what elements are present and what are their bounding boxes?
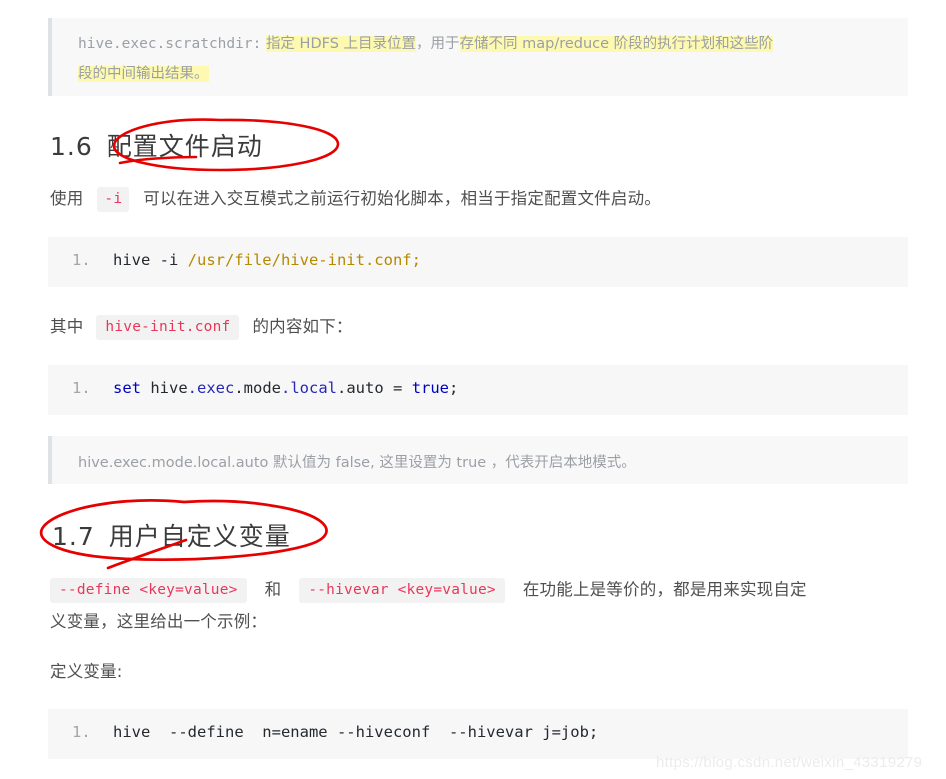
section-number-1-6: 1.6 — [50, 132, 93, 161]
paragraph-conf-before: 其中 — [50, 317, 84, 336]
code-token-mode: .mode — [234, 379, 282, 397]
code-content-define-vars: hive --define n=ename --hiveconf --hivev… — [113, 723, 599, 741]
code-line-number: 1. — [72, 723, 91, 741]
code-token-hive: hive — [141, 379, 188, 397]
code-token-cmd: hive -i — [113, 251, 188, 269]
scratchdir-highlight-3: 段的中间输出结果。 — [78, 66, 209, 82]
inline-code-dash-i: -i — [97, 187, 130, 212]
blockquote-scratchdir-line1: hive.exec.scratchdir: 指定 HDFS 上目录位置，用于存储… — [78, 29, 774, 59]
page-title-1-7: 1.7 用户自定义变量 — [52, 517, 291, 553]
scratchdir-highlight-1: 指定 HDFS 上目录位置 — [265, 36, 417, 52]
paragraph-1-6-conf-content: 其中 hive-init.conf 的内容如下： — [50, 310, 353, 344]
paragraph-1-7-line2: 义变量，这里给出一个示例： — [50, 612, 268, 631]
paragraph-1-7-after-line1: 在功能上是等价的，都是用来实现自定 — [522, 580, 807, 599]
blockquote-scratchdir-line2: 段的中间输出结果。 — [78, 59, 209, 89]
article-page: 1. hive.exec.scratchdir hive.exec.scratc… — [0, 0, 946, 779]
scratchdir-key: hive.exec.scratchdir: — [78, 36, 262, 52]
section-title-1-6: 配置文件启动 — [106, 132, 263, 161]
blockquote-local-auto-note-text: hive.exec.mode.local.auto 默认值为 false, 这里… — [78, 455, 636, 471]
code-line-number: 1. — [72, 251, 91, 269]
code-token-exec: .exec — [187, 379, 235, 397]
section-number-1-7: 1.7 — [52, 522, 95, 551]
code-token-semicolon: ; — [449, 379, 459, 397]
code-token-auto: .auto — [337, 379, 384, 397]
paragraph-1-7-line1: --define <key=value> 和 --hivevar <key=valu… — [50, 573, 807, 607]
code-line-number: 1. — [72, 379, 91, 397]
inline-code-hivevar: --hivevar <key=value> — [299, 578, 505, 603]
paragraph-1-6-after: 可以在进入交互模式之前运行初始化脚本，相当于指定配置文件启动。 — [143, 189, 661, 208]
clipped-code-line-top: 1. hive.exec.scratchdir — [48, 0, 908, 2]
inline-code-define: --define <key=value> — [50, 578, 247, 603]
code-token-local: .local — [281, 379, 338, 397]
csdn-watermark: https://blog.csdn.net/weixin_43319279 — [656, 754, 923, 771]
scratchdir-mid-text: ，用于 — [416, 36, 460, 52]
scratchdir-highlight-2: 存储不同 map/reduce 阶段的执行计划和这些阶 — [459, 36, 774, 52]
paragraph-1-6-before: 使用 — [50, 189, 84, 208]
code-token-set: set — [113, 379, 141, 397]
code-content-set-local-auto: set hive.exec.mode.local.auto = true; — [113, 379, 458, 397]
paragraph-1-7-mid: 和 — [264, 580, 282, 599]
code-token-path: /usr/file/hive-init.conf; — [187, 251, 421, 269]
paragraph-1-6-intro: 使用 -i 可以在进入交互模式之前运行初始化脚本，相当于指定配置文件启动。 — [50, 182, 661, 216]
code-token-equals: = — [383, 379, 412, 397]
label-define-variable: 定义变量: — [50, 662, 123, 681]
paragraph-conf-after: 的内容如下： — [252, 317, 353, 336]
section-title-1-7: 用户自定义变量 — [108, 522, 291, 551]
page-title-1-6: 1.6 配置文件启动 — [50, 127, 263, 163]
code-content-hive-init: hive -i /usr/file/hive-init.conf; — [113, 251, 421, 269]
code-token-true: true — [411, 379, 450, 397]
inline-code-hive-init-conf: hive-init.conf — [96, 315, 240, 340]
